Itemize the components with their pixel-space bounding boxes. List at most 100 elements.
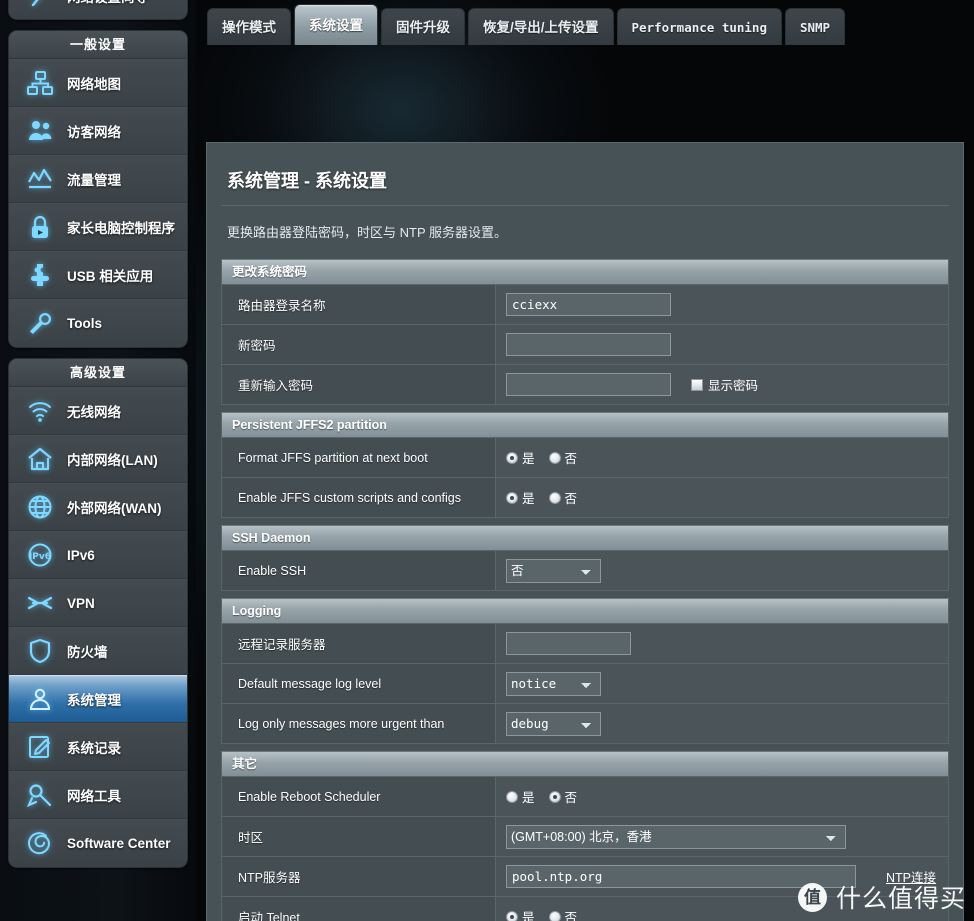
telnet-no[interactable]: 否 [548, 907, 578, 921]
parental-lock-icon [23, 210, 57, 244]
default-log-level-select[interactable]: noticedebuginfowarningerr [506, 671, 601, 696]
radio-label: 否 [564, 791, 578, 805]
sidebar-item-software-center[interactable]: Software Center [9, 819, 187, 867]
row-label: Enable JFFS custom scripts and configs [222, 478, 496, 517]
row-label: Enable Reboot Scheduler [222, 777, 496, 816]
sidebar-item-network-wizard[interactable]: 网络设置向导 [9, 0, 187, 19]
sidebar-item-parental-control[interactable]: 家长电脑控制程序 [9, 203, 187, 251]
sidebar-item-usb-application[interactable]: USB 相关应用 [9, 251, 187, 299]
radio-dot [548, 910, 561, 921]
row-value: (GMT+08:00) 北京，香港 [496, 817, 948, 856]
sidebar-item-tools[interactable]: Tools [9, 299, 187, 347]
usb-application-icon [23, 258, 57, 292]
radio-dot [548, 790, 561, 803]
radio-label: 否 [564, 452, 578, 466]
retype-password-input[interactable] [506, 373, 671, 396]
ntp-connect-link[interactable]: NTP连接 [886, 867, 936, 886]
sidebar-item-label: 流量管理 [67, 173, 121, 188]
urgent-log-level-select[interactable]: debuginfonoticewarningerr [506, 711, 601, 736]
sidebar-item-firewall[interactable]: 防火墙 [9, 627, 187, 675]
timezone-select[interactable]: (GMT+08:00) 北京，香港 [506, 824, 846, 849]
row-label: NTP服务器 [222, 857, 496, 896]
jffs-scripts-no[interactable]: 否 [548, 488, 577, 507]
radio-label: 否 [564, 911, 578, 921]
row-format-jffs: Format JFFS partition at next boot 是 否 [222, 437, 948, 477]
sidebar-item-label: 家长电脑控制程序 [67, 221, 175, 236]
sidebar-item-lan[interactable]: 内部网络(LAN) [9, 435, 187, 483]
ntp-server-input[interactable] [506, 865, 856, 888]
sidebar-item-traffic-manager[interactable]: 流量管理 [9, 155, 187, 203]
guest-network-icon [23, 114, 57, 148]
globe-icon [23, 490, 57, 524]
format-jffs-no[interactable]: 否 [548, 448, 578, 467]
checkbox-box [691, 378, 703, 391]
row-new-password: 新密码 [222, 324, 948, 364]
row-reboot-scheduler: Enable Reboot Scheduler 是 否 [222, 776, 948, 816]
show-password-checkbox[interactable]: 显示密码 [691, 375, 758, 394]
sidebar-item-vpn[interactable]: VPN [9, 579, 187, 627]
section-heading: Logging [222, 599, 948, 623]
format-jffs-radio-group: 是 否 [506, 448, 585, 467]
row-label: 启动 Telnet [222, 897, 496, 921]
reboot-scheduler-no[interactable]: 否 [548, 787, 578, 806]
sidebar-item-label: USB 相关应用 [67, 269, 154, 284]
wrench-icon [23, 307, 57, 341]
tab-snmp[interactable]: SNMP [784, 8, 846, 45]
sidebar-item-administration[interactable]: 系统管理 [9, 675, 187, 723]
sidebar-item-wan[interactable]: 外部网络(WAN) [9, 483, 187, 531]
enable-ssh-select[interactable]: 否是 [506, 558, 601, 583]
radio-dot [506, 910, 518, 921]
section-ssh-daemon: SSH Daemon Enable SSH 否是 [221, 525, 949, 591]
shield-icon [23, 634, 57, 668]
sidebar-item-label: 防火墙 [67, 645, 108, 660]
tab-firmware-upgrade[interactable]: 固件升级 [381, 8, 465, 45]
sidebar-item-network-map[interactable]: 网络地图 [9, 59, 187, 107]
sidebar-card-wizard: 网络设置向导 [8, 0, 188, 20]
sidebar-item-network-tools[interactable]: 网络工具 [9, 771, 187, 819]
remote-log-server-input[interactable] [506, 632, 631, 655]
row-timezone: 时区 (GMT+08:00) 北京，香港 [222, 816, 948, 856]
tab-performance-tuning[interactable]: Performance tuning [616, 8, 782, 45]
tab-system-settings[interactable]: 系统设置 [294, 4, 378, 45]
row-value: 是 否 [496, 438, 948, 477]
sidebar-group-general: 一般设置 网络地图 访客网络 流量管理 家长电脑控制程序 USB 相关应用 To… [8, 30, 188, 348]
software-center-icon [23, 827, 57, 861]
reboot-scheduler-yes[interactable]: 是 [506, 787, 535, 806]
page-title: 系统管理 - 系统设置 [221, 143, 949, 206]
section-heading: 其它 [222, 752, 948, 776]
radio-dot [506, 491, 518, 504]
row-value: debuginfonoticewarningerr [496, 704, 948, 743]
sidebar-item-label: 系统管理 [67, 693, 121, 708]
row-label: 新密码 [222, 325, 496, 364]
telnet-yes[interactable]: 是 [506, 907, 535, 921]
new-password-input[interactable] [506, 333, 671, 356]
sidebar-item-label: 系统记录 [67, 741, 121, 756]
sidebar-item-ipv6[interactable]: IPv6 IPv6 [9, 531, 187, 579]
system-log-icon [23, 730, 57, 764]
reboot-scheduler-radio-group: 是 否 [506, 787, 585, 806]
section-other: 其它 Enable Reboot Scheduler 是 否 时区 (GMT+0… [221, 751, 949, 921]
radio-dot [548, 451, 561, 464]
sidebar-item-label: 访客网络 [67, 125, 121, 140]
sidebar-item-label: 网络工具 [67, 789, 121, 804]
row-label: Format JFFS partition at next boot [222, 438, 496, 477]
sidebar-item-system-log[interactable]: 系统记录 [9, 723, 187, 771]
tab-operation-mode[interactable]: 操作模式 [207, 8, 291, 45]
sidebar-item-guest-network[interactable]: 访客网络 [9, 107, 187, 155]
wifi-icon [23, 394, 57, 428]
sidebar-item-label: Software Center [67, 836, 171, 851]
home-icon [23, 442, 57, 476]
row-value: 是 否 [496, 478, 948, 517]
section-change-password: 更改系统密码 路由器登录名称 新密码 重新输入密码 [221, 259, 949, 405]
tab-restore-save-upload[interactable]: 恢复/导出/上传设置 [468, 8, 614, 45]
row-urgent-log-level: Log only messages more urgent than debug… [222, 703, 948, 743]
page-description: 更换路由器登陆密码，时区与 NTP 服务器设置。 [227, 225, 507, 240]
jffs-scripts-yes[interactable]: 是 [506, 488, 535, 507]
radio-dot [548, 491, 561, 504]
radio-dot [506, 790, 518, 803]
section-heading: SSH Daemon [222, 526, 948, 550]
router-login-name-input[interactable] [506, 293, 671, 316]
format-jffs-yes[interactable]: 是 [506, 448, 535, 467]
vpn-key-icon [23, 586, 57, 620]
sidebar-item-wireless[interactable]: 无线网络 [9, 387, 187, 435]
